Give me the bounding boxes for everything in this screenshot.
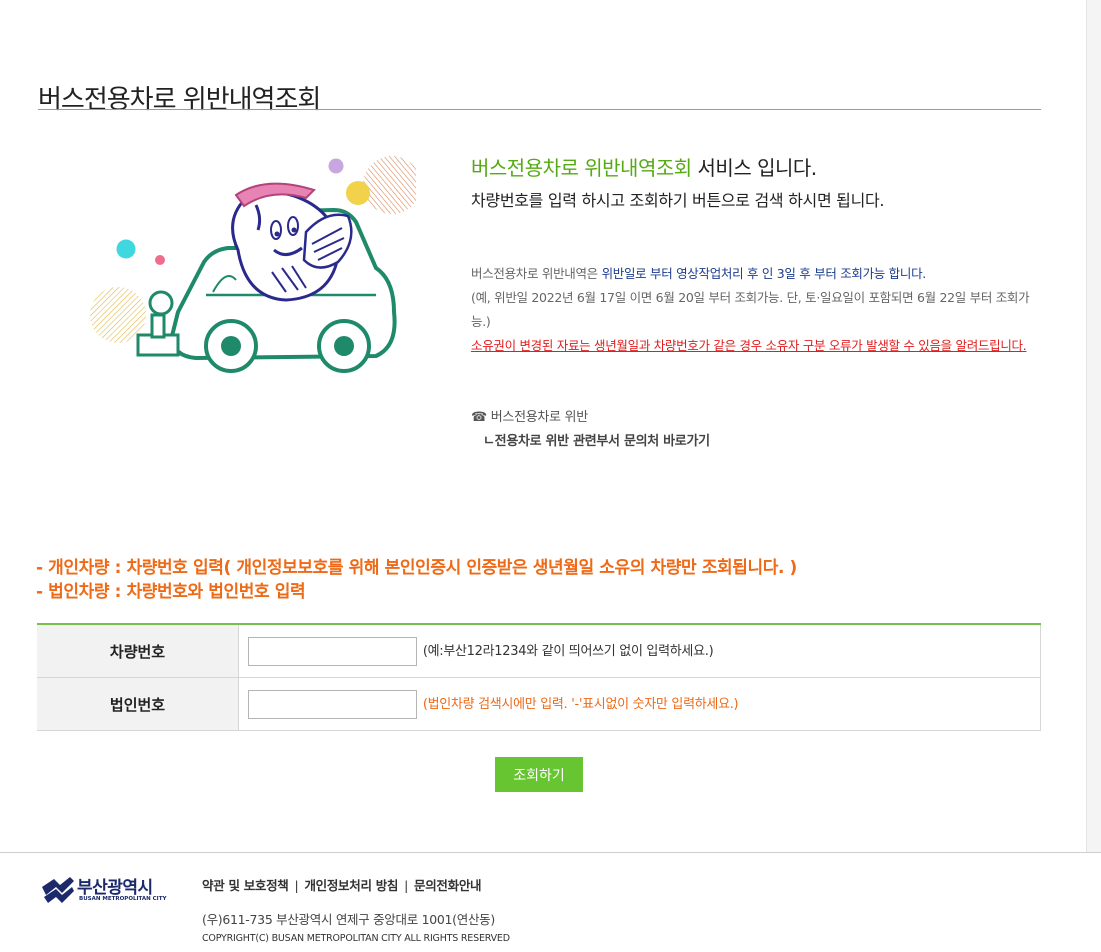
busan-logo-icon — [42, 877, 74, 903]
search-button[interactable]: 조회하기 — [495, 757, 583, 792]
page-title: 버스전용차로 위반내역조회 — [38, 85, 321, 116]
contact-department-link[interactable]: ㄴ전용차로 위반 관련부서 문의처 바로가기 — [483, 434, 710, 449]
service-intro: 버스전용차로 위반내역조회 서비스 입니다. 차량번호를 입력 하시고 조회하기… — [471, 152, 1046, 211]
footer-links: 약관 및 보호정책 | 개인정보처리 방침 | 문의전화안내 — [202, 875, 482, 894]
vehicle-number-input[interactable] — [248, 636, 417, 666]
corporate-number-cell: (법인차량 검색시에만 입력. '-'표시없이 숫자만 입력하세요.) — [238, 677, 1041, 731]
notice-line-1-prefix: 버스전용차로 위반내역은 — [471, 266, 602, 281]
input-guide: - 개인차량 : 차량번호 입력( 개인정보보호를 위해 본인인증시 인증받은 … — [36, 556, 797, 604]
phone-icon: ☎ — [471, 410, 487, 425]
corporate-number-label: 법인번호 — [37, 677, 239, 731]
vehicle-number-label: 차량번호 — [37, 624, 239, 678]
notice-line-1: 버스전용차로 위반내역은 위반일로 부터 영상작업처리 후 인 3일 후 부터 … — [471, 262, 1046, 286]
title-divider — [38, 109, 1041, 110]
intro-heading-highlight: 버스전용차로 위반내역조회 — [471, 156, 692, 180]
vehicle-number-hint: (예:부산12라1234와 같이 띄어쓰기 없이 입력하세요.) — [422, 643, 714, 659]
footer-link-terms[interactable]: 약관 및 보호정책 — [202, 878, 289, 893]
footer-link-contact[interactable]: 문의전화안내 — [414, 878, 482, 893]
corporate-number-input[interactable] — [248, 689, 417, 719]
vehicle-row: 차량번호 (예:부산12라1234와 같이 띄어쓰기 없이 입력하세요.) — [37, 624, 1041, 678]
guide-corporate: - 법인차량 : 차량번호와 법인번호 입력 — [36, 582, 306, 602]
logo-english-text: BUSAN METROPOLITAN CITY — [79, 896, 167, 902]
mascot-car-illustration — [90, 156, 416, 373]
footer-link-privacy[interactable]: 개인정보처리 방침 — [304, 878, 398, 893]
vehicle-number-cell: (예:부산12라1234와 같이 띄어쓰기 없이 입력하세요.) — [238, 624, 1041, 678]
footer-separator: | — [294, 878, 299, 893]
footer-separator: | — [404, 878, 409, 893]
footer-copyright: COPYRIGHT(C) BUSAN METROPOLITAN CITY ALL… — [202, 933, 510, 944]
corporate-number-hint: (법인차량 검색시에만 입력. '-'표시없이 숫자만 입력하세요.) — [422, 696, 739, 712]
notice-block: 버스전용차로 위반내역은 위반일로 부터 영상작업처리 후 인 3일 후 부터 … — [471, 262, 1046, 358]
footer-address: (우)611-735 부산광역시 연제구 중앙대로 1001(연산동) — [202, 912, 495, 927]
contact-label: 버스전용차로 위반 — [490, 410, 588, 425]
notice-line-2: (예, 위반일 2022년 6월 17일 이면 6월 20일 부터 조회가능. … — [471, 290, 1030, 329]
notice-line-1-highlight: 위반일로 부터 영상작업처리 후 인 3일 후 부터 조회가능 합니다. — [601, 266, 927, 281]
search-form-table: 차량번호 (예:부산12라1234와 같이 띄어쓰기 없이 입력하세요.) 법인… — [37, 623, 1041, 731]
intro-subheading: 차량번호를 입력 하시고 조회하기 버튼으로 검색 하시면 됩니다. — [471, 191, 885, 210]
intro-heading-rest: 서비스 입니다. — [691, 156, 818, 180]
contact-block: ☎ 버스전용차로 위반 ㄴ전용차로 위반 관련부서 문의처 바로가기 — [471, 406, 710, 454]
busan-city-logo[interactable]: 부산광역시 BUSAN METROPOLITAN CITY — [40, 873, 167, 913]
logo-korean-text: 부산광역시 — [77, 878, 153, 898]
guide-personal: - 개인차량 : 차량번호 입력( 개인정보보호를 위해 본인인증시 인증받은 … — [36, 558, 797, 578]
page-scrollbar[interactable] — [1086, 0, 1101, 852]
intro-heading: 버스전용차로 위반내역조회 서비스 입니다. — [471, 152, 1046, 181]
footer: 부산광역시 BUSAN METROPOLITAN CITY 약관 및 보호정책 |… — [0, 852, 1101, 952]
ownership-warning: 소유권이 변경된 자료는 생년월일과 차량번호가 같은 경우 소유자 구분 오류… — [471, 338, 1027, 353]
corporate-row: 법인번호 (법인차량 검색시에만 입력. '-'표시없이 숫자만 입력하세요.) — [37, 677, 1041, 731]
